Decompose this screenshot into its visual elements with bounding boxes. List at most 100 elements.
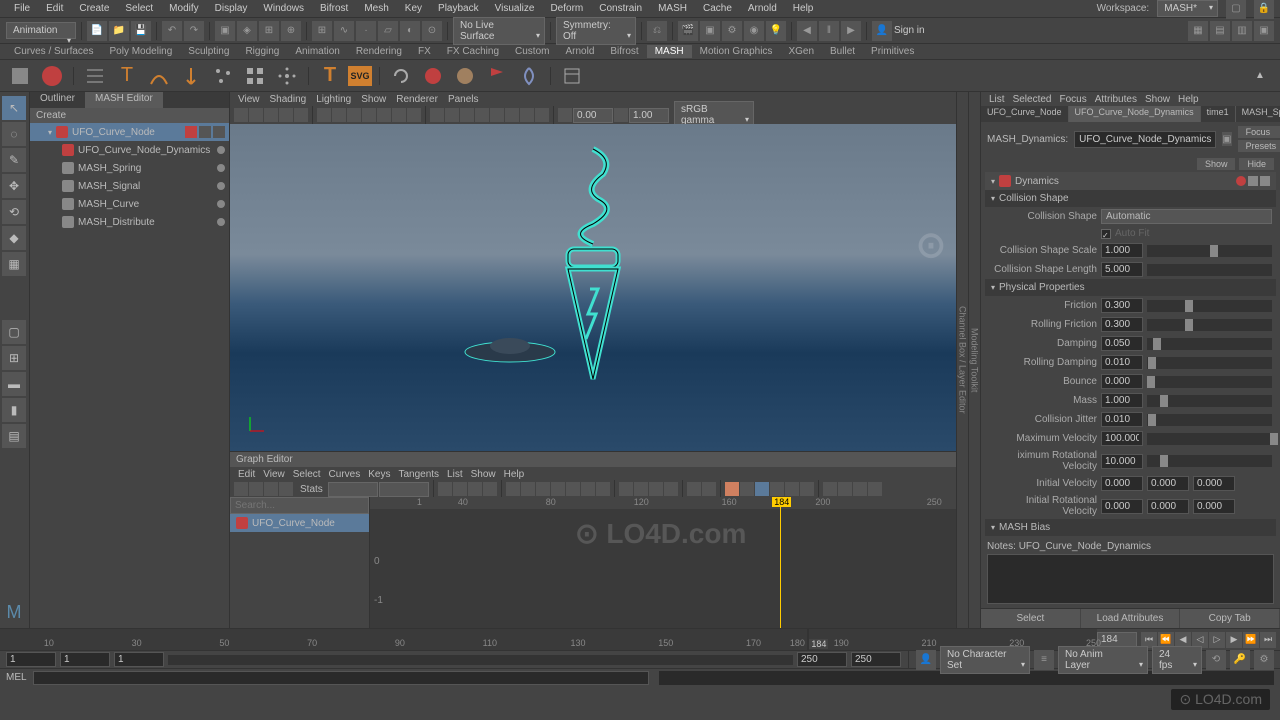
range-start-field[interactable] [6, 652, 56, 667]
menu-display[interactable]: Display [207, 1, 256, 16]
shelf-tab-fxcache[interactable]: FX Caching [439, 45, 507, 58]
ae-init-rot-z-field[interactable] [1193, 499, 1235, 514]
anim-layer-icon[interactable]: ≡ [1034, 650, 1054, 670]
menu-windows[interactable]: Windows [255, 1, 312, 16]
mash-scatter-icon[interactable] [209, 62, 237, 90]
save-scene-icon[interactable]: 💾 [131, 21, 151, 41]
menu-help[interactable]: Help [785, 1, 822, 16]
viewport-3d[interactable]: ⊙ [230, 124, 956, 451]
ae-damping-slider[interactable] [1147, 338, 1272, 350]
ae-show-button[interactable]: Show [1197, 158, 1236, 170]
channel-box-tab[interactable]: Channel Box / Layer Editor [956, 92, 968, 628]
range-inner-v-field[interactable] [114, 652, 164, 667]
vp-menu-renderer[interactable]: Renderer [396, 94, 438, 105]
vp-bookmark-icon[interactable] [249, 108, 263, 122]
vp-menu-shading[interactable]: Shading [270, 94, 307, 105]
ae-init-rot-x-field[interactable] [1101, 499, 1143, 514]
shelf-tab-sculpt[interactable]: Sculpting [180, 45, 237, 58]
vp-shaded-icon[interactable] [445, 108, 459, 122]
ge-free-tan-icon[interactable] [649, 482, 663, 496]
ae-autofit-checkbox[interactable] [1101, 229, 1111, 239]
menu-select[interactable]: Select [117, 1, 161, 16]
editor-icon[interactable] [558, 62, 586, 90]
ae-init-vel-y-field[interactable] [1147, 476, 1189, 491]
menu-extra-icon[interactable]: ▢ [1226, 0, 1246, 19]
select-mode-icon[interactable]: ◈ [237, 21, 257, 41]
vp-gate-mask-icon[interactable] [362, 108, 376, 122]
range-slider[interactable] [168, 655, 793, 665]
light-editor-icon[interactable]: 💡 [766, 21, 786, 41]
ae-init-vel-x-field[interactable] [1101, 476, 1143, 491]
snap-view-icon[interactable]: ⊙ [422, 21, 442, 41]
layout-single-icon[interactable]: ▢ [2, 320, 26, 344]
maya-logo-icon[interactable]: M [2, 600, 26, 624]
outliner-item-signal[interactable]: MASH_Signal [30, 177, 229, 195]
vp-menu-panels[interactable]: Panels [448, 94, 479, 105]
ge-renorm-icon[interactable] [800, 482, 814, 496]
layout-three-icon[interactable]: ▤ [2, 424, 26, 448]
playblast-pause-icon[interactable]: ‖ [819, 21, 839, 41]
range-end-field[interactable] [797, 652, 847, 667]
vp-grease-icon[interactable] [294, 108, 308, 122]
charset-dropdown[interactable]: No Character Set [940, 646, 1030, 674]
ae-menu-attributes[interactable]: Attributes [1095, 94, 1137, 105]
visibility-toggle-icon[interactable] [217, 182, 225, 190]
ae-menu-help[interactable]: Help [1178, 94, 1199, 105]
live-surface-dropdown[interactable]: No Live Surface [453, 17, 545, 45]
step-forward-key-button[interactable]: ⏩ [1243, 632, 1259, 648]
ge-menu-help[interactable]: Help [504, 469, 525, 480]
autokey-icon[interactable]: 🔑 [1230, 650, 1250, 670]
shelf-tab-rigging[interactable]: Rigging [237, 45, 287, 58]
ae-friction-field[interactable] [1101, 298, 1143, 313]
vp-exposure-icon[interactable] [558, 108, 572, 122]
select-tool-icon[interactable]: ▣ [215, 21, 235, 41]
node-record-icon[interactable] [185, 126, 197, 138]
ge-flat-icon[interactable] [551, 482, 565, 496]
node-extra1-icon[interactable] [199, 126, 211, 138]
mash-network-icon[interactable] [38, 62, 66, 90]
vp-2d-pan-icon[interactable] [279, 108, 293, 122]
ae-init-rot-y-field[interactable] [1147, 499, 1189, 514]
rotate-tool[interactable]: ⟲ [2, 200, 26, 224]
menu-create[interactable]: Create [71, 1, 117, 16]
cmd-mode-label[interactable]: MEL [6, 672, 27, 683]
shelf-tab-mgraphics[interactable]: Motion Graphics [692, 45, 781, 58]
visibility-toggle-icon[interactable] [217, 164, 225, 172]
ge-search-field[interactable] [230, 497, 369, 514]
ae-menu-list[interactable]: List [989, 94, 1005, 105]
ge-region-icon[interactable] [279, 482, 293, 496]
ge-linear-icon[interactable] [536, 482, 550, 496]
animlayer-dropdown[interactable]: No Anim Layer [1058, 646, 1148, 674]
shelf-scroll-up-icon[interactable]: ▲ [1246, 62, 1274, 90]
history-icon[interactable]: ⎌ [647, 21, 667, 41]
ae-load-attributes-button[interactable]: Load Attributes [1081, 609, 1181, 628]
shelf-tab-poly[interactable]: Poly Modeling [101, 45, 180, 58]
vp-image-plane-icon[interactable] [264, 108, 278, 122]
ae-node-name-field[interactable] [1074, 131, 1216, 148]
lock-icon[interactable]: 🔒 [1254, 0, 1274, 19]
ge-stacked-icon[interactable] [770, 482, 784, 496]
ge-auto-icon[interactable] [596, 482, 610, 496]
ae-collision-jitter-field[interactable] [1101, 412, 1143, 427]
go-to-end-button[interactable]: ⏭ [1260, 632, 1276, 648]
vp-xray-joints-icon[interactable] [535, 108, 549, 122]
ge-value-snap-icon[interactable] [740, 482, 754, 496]
ae-hide-button[interactable]: Hide [1239, 158, 1274, 170]
outliner-item-distribute[interactable]: MASH_Distribute [30, 213, 229, 231]
tab-outliner[interactable]: Outliner [30, 92, 85, 108]
ae-max-velocity-slider[interactable] [1147, 433, 1272, 445]
vp-menu-view[interactable]: View [238, 94, 260, 105]
ge-menu-curves[interactable]: Curves [329, 469, 361, 480]
ae-focus-button[interactable]: Focus [1238, 126, 1280, 138]
mode-dropdown[interactable]: Animation [6, 22, 76, 39]
hypershade-icon[interactable]: ◉ [744, 21, 764, 41]
outliner-item-spring[interactable]: MASH_Spring [30, 159, 229, 177]
vp-safe-title-icon[interactable] [407, 108, 421, 122]
ge-plateau-icon[interactable] [581, 482, 595, 496]
ge-spline-icon[interactable] [506, 482, 520, 496]
ge-step-icon[interactable] [566, 482, 580, 496]
vp-menu-lighting[interactable]: Lighting [316, 94, 351, 105]
prefs-icon[interactable]: ⚙ [1254, 650, 1274, 670]
ge-playhead[interactable]: 184 [780, 497, 781, 628]
ge-menu-show[interactable]: Show [471, 469, 496, 480]
